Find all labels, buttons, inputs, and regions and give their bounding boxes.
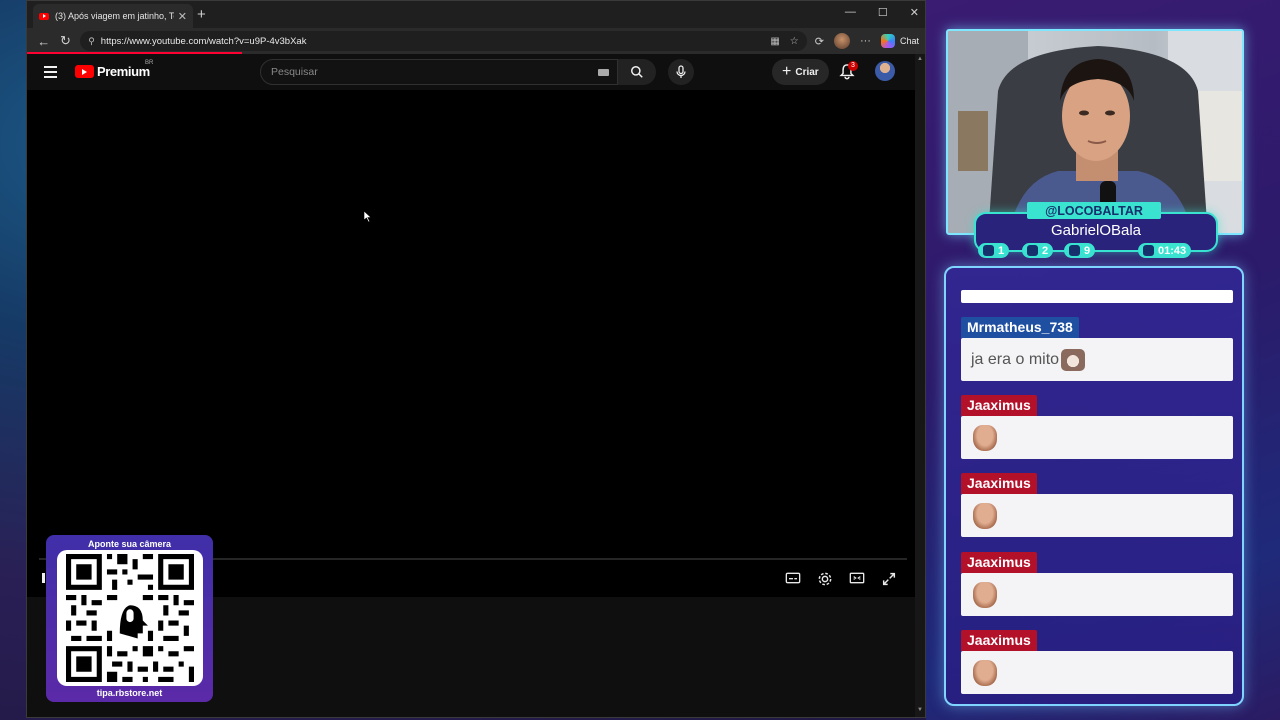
qr-code-image (56, 550, 203, 686)
kick-icon (1069, 245, 1080, 256)
copilot-icon (880, 34, 895, 48)
scroll-down-icon[interactable]: ▼ (917, 707, 923, 713)
country-code: BR (145, 60, 154, 66)
search-placeholder: Pesquisar (271, 66, 318, 78)
create-button[interactable]: + Criar (772, 59, 829, 85)
close-window-icon[interactable]: ✕ (910, 6, 919, 19)
chat-author: Jaaximus (961, 395, 1037, 416)
streamer-display-name: GabrielOBala (1050, 222, 1142, 239)
favorite-star-icon[interactable]: ☆ (790, 36, 799, 47)
play-pause-icon[interactable] (42, 573, 45, 583)
youtube-play-logo-icon (75, 65, 94, 78)
twitch-viewers-badge: 1 (978, 243, 1010, 258)
site-info-icon[interactable]: ⚲ (88, 36, 95, 47)
page-scrollbar[interactable] (915, 54, 925, 717)
scroll-up-icon[interactable]: ▲ (917, 56, 923, 62)
timer-icon (1143, 245, 1154, 256)
kick-viewers-badge: 9 (1064, 243, 1096, 258)
chat-message-body (961, 494, 1233, 537)
refresh-sync-icon[interactable]: ⟳ (815, 35, 824, 48)
chat-message: Jaaximus (961, 395, 1233, 459)
chat-message-text: ja era o mito (971, 350, 1060, 368)
chat-message: Jaaximus (961, 552, 1233, 616)
minimize-icon[interactable]: — (845, 6, 856, 19)
plus-icon: + (782, 63, 792, 80)
chat-author: Mrmatheus_738 (961, 317, 1079, 338)
chat-message-body (961, 573, 1233, 616)
menu-icon[interactable] (44, 66, 57, 81)
chat-message-body (961, 416, 1233, 459)
face-emote-icon (973, 502, 997, 529)
subtitles-icon[interactable] (785, 571, 801, 585)
apps-icon[interactable]: ▦ (770, 36, 779, 47)
voice-search-button[interactable] (668, 59, 694, 85)
youtube-favicon-icon (39, 12, 49, 20)
create-label: Criar (795, 66, 819, 78)
chat-message: Jaaximus (961, 473, 1233, 537)
close-tab-icon[interactable]: ✕ (178, 10, 187, 23)
back-icon[interactable]: ← (33, 34, 55, 49)
window-controls: — ☐ ✕ (845, 6, 919, 19)
stream-timer: 01:43 (1158, 244, 1187, 257)
face-emote-icon (973, 581, 997, 608)
chat-message: Mrmatheus_738 ja era o mito (961, 317, 1233, 381)
search-input[interactable]: Pesquisar (260, 59, 618, 85)
mouse-cursor-icon (364, 211, 372, 222)
maximize-icon[interactable]: ☐ (878, 6, 888, 19)
kick-viewers-count: 9 (1084, 244, 1091, 257)
tab-bar: (3) Após viagem em jatinho, Toffoli ✕ + … (27, 1, 925, 28)
new-tab-icon[interactable]: + (197, 6, 206, 23)
youtube-header: Premium BR Pesquisar + Criar 3 (27, 54, 925, 90)
browser-profile-avatar[interactable] (833, 33, 850, 49)
streamer-handle: @LOCOBALTAR (1027, 202, 1161, 219)
youtube-icon (1027, 245, 1038, 256)
youtube-viewers-badge: 2 (1022, 243, 1054, 258)
account-avatar[interactable] (875, 61, 895, 81)
fullscreen-icon[interactable] (881, 571, 897, 587)
logo-text: Premium (97, 64, 150, 79)
url-field[interactable]: ⚲ https://www.youtube.com/watch?v=u9P-4v… (80, 31, 807, 51)
chat-message-body (961, 651, 1233, 694)
twitch-icon (983, 245, 994, 256)
qr-code-icon (65, 554, 194, 682)
keyboard-icon[interactable] (598, 69, 609, 76)
stream-timer-badge: 01:43 (1138, 243, 1192, 258)
copilot-chat-button[interactable]: Chat (880, 34, 919, 48)
chat-message: Jaaximus (961, 630, 1233, 694)
settings-gear-icon[interactable] (817, 571, 833, 587)
face-emote-icon (973, 659, 997, 686)
search-button[interactable] (618, 59, 656, 85)
reload-icon[interactable]: ↻ (55, 33, 77, 49)
qr-code-card: Aponte sua câmera tipa.rbstore.net (46, 535, 213, 702)
search-icon (631, 66, 643, 78)
chat-author: Jaaximus (961, 630, 1037, 651)
twitch-viewers-count: 1 (998, 244, 1005, 257)
chat-button-label: Chat (899, 36, 919, 46)
chat-message-partial (961, 290, 1233, 303)
theater-mode-icon[interactable] (849, 571, 865, 585)
tab-title: (3) Após viagem em jatinho, Toffoli (55, 11, 174, 21)
microphone-icon (676, 65, 686, 78)
chat-message-body: ja era o mito (961, 338, 1233, 381)
youtube-logo[interactable]: Premium (75, 64, 150, 79)
cat-emote-icon (1061, 348, 1086, 371)
qr-top-text: Aponte sua câmera (87, 539, 172, 549)
chat-author: Jaaximus (961, 473, 1037, 494)
youtube-viewers-count: 2 (1042, 244, 1049, 257)
qr-bottom-text: tipa.rbstore.net (96, 688, 163, 698)
face-emote-icon (973, 424, 997, 451)
more-options-icon[interactable]: ··· (860, 35, 871, 47)
address-bar: ← ↻ ⚲ https://www.youtube.com/watch?v=u9… (27, 28, 925, 54)
url-text: https://www.youtube.com/watch?v=u9P-4v3b… (100, 35, 307, 47)
chat-author: Jaaximus (961, 552, 1037, 573)
notification-count-badge: 3 (848, 61, 858, 71)
video-player[interactable] (27, 90, 915, 597)
browser-tab-active[interactable]: (3) Após viagem em jatinho, Toffoli ✕ (33, 4, 193, 28)
